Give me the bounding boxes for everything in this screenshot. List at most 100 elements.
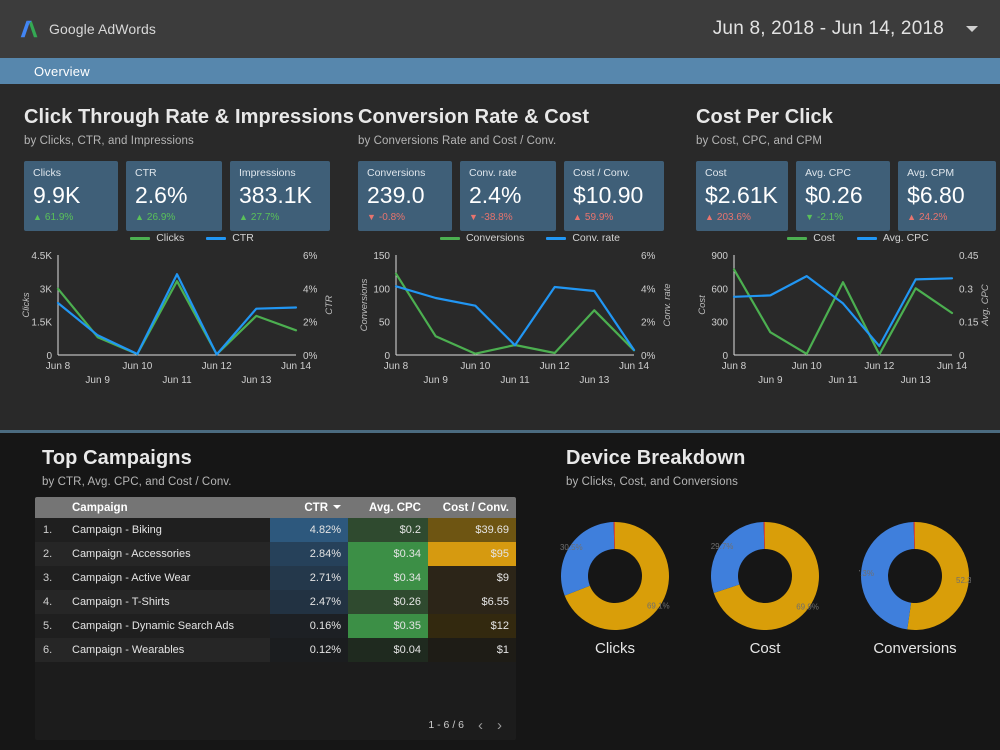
legend-swatch-blue <box>857 237 877 240</box>
chevron-right-icon[interactable]: › <box>497 718 502 733</box>
scorecard-value: $0.26 <box>805 182 881 209</box>
chart-ctr-impressions[interactable]: Clicks CTR 01.5K3K4.5K0%2%4%6%ClicksCTRJ… <box>18 229 338 399</box>
table-row[interactable]: 5.Campaign - Dynamic Search Ads0.16%$0.3… <box>35 614 516 638</box>
svg-text:Jun 9: Jun 9 <box>423 375 448 386</box>
svg-text:Jun 11: Jun 11 <box>828 375 858 386</box>
svg-text:0.15: 0.15 <box>959 318 979 329</box>
chart-cost-per-click[interactable]: Cost Avg. CPC 030060090000.150.30.45Cost… <box>694 229 994 399</box>
svg-text:52.3%: 52.3% <box>956 576 971 585</box>
chart-conversion-cost[interactable]: Conversions Conv. rate 0501001500%2%4%6%… <box>356 229 676 399</box>
donut-conversions[interactable]: 52.3% 47.3% Conversions <box>859 520 971 657</box>
delta-value: 59.9% <box>585 212 613 223</box>
dashboard-page: Google AdWords Jun 8, 2018 - Jun 14, 201… <box>0 0 1000 750</box>
arrow-up-icon: ▲ <box>573 213 582 222</box>
svg-text:50: 50 <box>379 318 391 329</box>
svg-text:Jun 13: Jun 13 <box>901 375 931 386</box>
scorecard-cost[interactable]: Cost $2.61K ▲ 203.6% <box>696 161 788 231</box>
arrow-up-icon: ▲ <box>705 213 714 222</box>
legend-label: Clicks <box>156 232 184 244</box>
legend-item: CTR <box>206 232 254 244</box>
arrow-up-icon: ▲ <box>135 213 144 222</box>
col-campaign[interactable]: Campaign <box>65 497 270 518</box>
donut-clicks[interactable]: 69.1%30.5% Clicks <box>559 520 671 657</box>
sort-descending-icon[interactable] <box>333 505 341 509</box>
table-pagination: 1 - 6 / 6 ‹ › <box>371 710 516 740</box>
cell-campaign: Campaign - T-Shirts <box>65 590 270 614</box>
svg-text:Jun 14: Jun 14 <box>281 361 311 372</box>
scorecard-avg-cpm[interactable]: Avg. CPM $6.80 ▲ 24.2% <box>898 161 996 231</box>
svg-text:4%: 4% <box>641 284 656 295</box>
table-row[interactable]: 1.Campaign - Biking4.82%$0.2$39.69 <box>35 518 516 542</box>
arrow-up-icon: ▲ <box>907 213 916 222</box>
section-title: Top Campaigns <box>42 447 522 470</box>
scorecard-delta: ▼ -0.8% <box>367 212 443 223</box>
table-row[interactable]: 3.Campaign - Active Wear2.71%$0.34$9 <box>35 566 516 590</box>
legend-item: Conv. rate <box>546 232 620 244</box>
section-conversion-cost: Conversion Rate & Cost by Conversions Ra… <box>358 106 688 231</box>
col-avg-cpc[interactable]: Avg. CPC <box>348 497 428 518</box>
table-row[interactable]: 6.Campaign - Wearables0.12%$0.04$1 <box>35 638 516 662</box>
arrow-down-icon: ▼ <box>367 213 376 222</box>
scorecard-delta: ▼ -38.8% <box>469 212 547 223</box>
cell-cost-per-conv: $39.69 <box>428 518 516 542</box>
section-title: Click Through Rate & Impressions <box>24 106 354 129</box>
legend-item: Clicks <box>130 232 184 244</box>
svg-text:3K: 3K <box>40 284 53 295</box>
section-cost-per-click: Cost Per Click by Cost, CPC, and CPM Cos… <box>696 106 996 231</box>
tab-overview[interactable]: Overview <box>0 64 90 79</box>
delta-value: 26.9% <box>147 212 175 223</box>
scorecard-label: Avg. CPC <box>805 168 881 180</box>
cell-ctr: 0.16% <box>270 614 348 638</box>
cell-index: 3. <box>35 566 65 590</box>
svg-text:300: 300 <box>711 318 728 329</box>
table-row[interactable]: 4.Campaign - T-Shirts2.47%$0.26$6.55 <box>35 590 516 614</box>
legend-swatch-blue <box>206 237 226 240</box>
svg-text:900: 900 <box>711 251 728 262</box>
cell-ctr: 2.71% <box>270 566 348 590</box>
legend-swatch-green <box>440 237 460 240</box>
top-campaigns-table[interactable]: Campaign CTR Avg. CPC Cost / Conv. 1.Cam… <box>35 497 516 740</box>
chevron-left-icon[interactable]: ‹ <box>478 718 483 733</box>
tab-bar: Overview <box>0 58 1000 84</box>
scorecard-cost-per-conv[interactable]: Cost / Conv. $10.90 ▲ 59.9% <box>564 161 664 231</box>
svg-text:0.45: 0.45 <box>959 251 979 262</box>
svg-text:150: 150 <box>373 251 390 262</box>
scorecard-avg-cpc[interactable]: Avg. CPC $0.26 ▼ -2.1% <box>796 161 890 231</box>
scorecard-conv-rate[interactable]: Conv. rate 2.4% ▼ -38.8% <box>460 161 556 231</box>
section-device-breakdown: Device Breakdown by Clicks, Cost, and Co… <box>566 447 996 488</box>
pagination-range: 1 - 6 / 6 <box>428 719 464 731</box>
scorecard-delta: ▲ 59.9% <box>573 212 655 223</box>
donut-label: Cost <box>750 640 781 657</box>
section-top-campaigns: Top Campaigns by CTR, Avg. CPC, and Cost… <box>42 447 522 488</box>
cell-cost-per-conv: $95 <box>428 542 516 566</box>
donut-label: Conversions <box>873 640 956 657</box>
cell-avg-cpc: $0.2 <box>348 518 428 542</box>
col-ctr[interactable]: CTR <box>270 497 348 518</box>
chart-legend: Cost Avg. CPC <box>722 229 994 247</box>
table-row[interactable]: 2.Campaign - Accessories2.84%$0.34$95 <box>35 542 516 566</box>
legend-item: Avg. CPC <box>857 232 929 244</box>
col-index <box>35 497 65 518</box>
svg-text:Jun 12: Jun 12 <box>202 361 232 372</box>
legend-label: Conv. rate <box>572 232 620 244</box>
scorecard-delta: ▲ 24.2% <box>907 212 987 223</box>
scorecard-ctr[interactable]: CTR 2.6% ▲ 26.9% <box>126 161 222 231</box>
scorecard-delta: ▲ 61.9% <box>33 212 109 223</box>
date-range-selector[interactable]: Jun 8, 2018 - Jun 14, 2018 <box>713 18 984 40</box>
col-cost-per-conv[interactable]: Cost / Conv. <box>428 497 516 518</box>
arrow-up-icon: ▲ <box>239 213 248 222</box>
delta-value: -2.1% <box>817 212 843 223</box>
section-subtitle: by Clicks, Cost, and Conversions <box>566 476 996 488</box>
donut-cost[interactable]: 69.9%29.7% Cost <box>709 520 821 657</box>
app-header: Google AdWords Jun 8, 2018 - Jun 14, 201… <box>0 0 1000 58</box>
cell-campaign: Campaign - Biking <box>65 518 270 542</box>
svg-text:47.3%: 47.3% <box>859 569 874 578</box>
scorecard-conversions[interactable]: Conversions 239.0 ▼ -0.8% <box>358 161 452 231</box>
scorecard-label: Cost <box>705 168 779 180</box>
legend-label: Avg. CPC <box>883 232 929 244</box>
svg-text:30.5%: 30.5% <box>560 543 583 552</box>
scorecard-delta: ▲ 203.6% <box>705 212 779 223</box>
chevron-down-icon[interactable] <box>966 26 978 32</box>
scorecard-impressions[interactable]: Impressions 383.1K ▲ 27.7% <box>230 161 330 231</box>
scorecard-clicks[interactable]: Clicks 9.9K ▲ 61.9% <box>24 161 118 231</box>
